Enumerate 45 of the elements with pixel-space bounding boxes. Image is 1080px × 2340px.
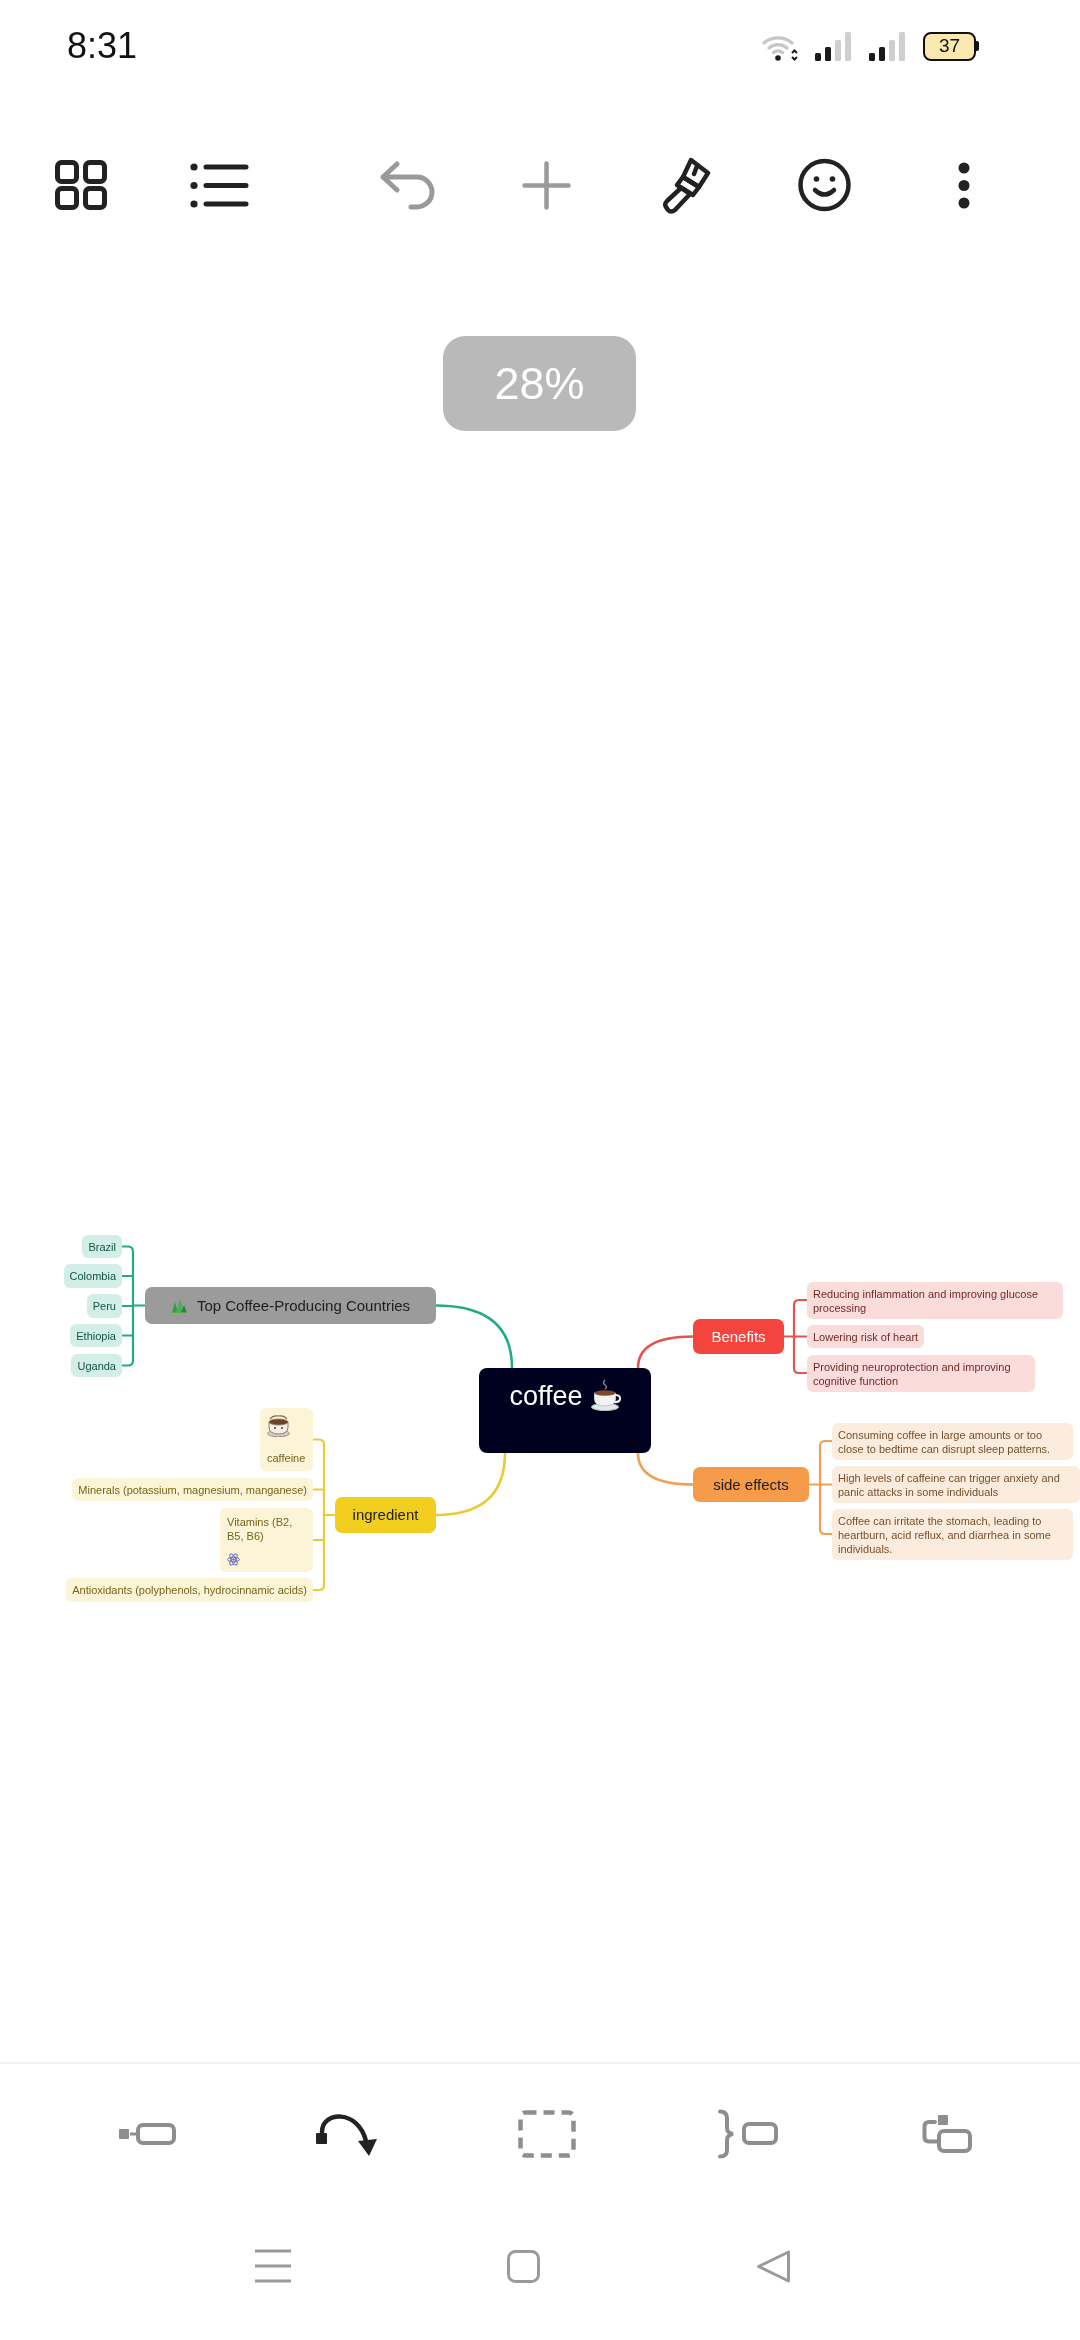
topic-node[interactable]: ingredient [335,1497,436,1533]
subtopic-node[interactable]: Coffee can irritate the stomach, leading to heartburn, acid reflux, and diarrhea in some individuals. [832,1509,1073,1560]
subtopic-node[interactable]: Antioxidants (polyphenols, hydrocinnamic acids) [66,1578,313,1602]
topic-node[interactable]: Benefits [693,1319,784,1354]
subtopic-node[interactable]: High levels of caffeine can trigger anxiety and panic attacks in some individuals [832,1466,1080,1503]
subtopic-node[interactable]: Consuming coffee in large amounts or too close to bedtime can disrupt sleep patterns. [832,1423,1073,1460]
coffee-cup-icon [267,1415,290,1437]
topic-title: side effects [713,1475,789,1494]
subtopic-label: Vitamins (B2, B5, B6) [227,1515,294,1543]
plant-icon [170,1298,187,1313]
subtopic-node[interactable]: Colombia [63,1264,122,1288]
coffee-cup-icon [590,1379,621,1411]
root-title: coffee [509,1380,583,1413]
zoom-level-badge: 28% [443,336,636,431]
more-icon[interactable] [957,161,970,209]
subtopic-node[interactable]: Peru [86,1294,122,1318]
topic-title: Top Coffee-Producing Countries [196,1296,411,1315]
signal-icon [815,31,853,61]
subtopic-label: caffeine [267,1451,306,1465]
back-icon[interactable] [755,2249,791,2283]
menu-icon[interactable] [255,2249,291,2283]
smiley-icon[interactable] [798,158,851,212]
root-topic[interactable]: coffee [479,1368,651,1453]
curved-arrow-icon[interactable] [316,2112,378,2156]
list-icon[interactable] [190,162,249,208]
subtopic-node[interactable]: Providing neuroprotection and improving cognitive function [807,1355,1035,1392]
brush-icon[interactable] [660,156,711,214]
topic-node[interactable]: Top Coffee-Producing Countries [145,1287,436,1324]
subtopic-node[interactable]: Brazil [82,1235,122,1258]
battery-indicator: 37 [923,31,979,61]
home-icon[interactable] [506,2249,540,2283]
subtopic-node[interactable]: Ethiopia [70,1324,122,1347]
subtopic-node[interactable]: Lowering risk of heart [807,1325,925,1348]
subtopic-node[interactable]: Uganda [71,1354,122,1377]
topic-title: ingredient [352,1506,419,1524]
status-time: 8:31 [67,26,138,66]
subtopic-node[interactable]: Minerals (potassium, magnesium, manganese) [72,1478,313,1501]
subtopic-node[interactable]: Vitamins (B2, B5, B6) [220,1508,313,1572]
subtopic-node[interactable]: Reducing inflammation and improving glucose processing [807,1282,1063,1319]
grid-icon[interactable] [54,160,107,210]
atom-icon [227,1553,240,1566]
subtopic-node[interactable]: caffeine [260,1408,313,1471]
signal-icon [869,31,907,61]
topic-node[interactable]: side effects [693,1467,809,1502]
topic-title: Benefits [711,1327,766,1346]
